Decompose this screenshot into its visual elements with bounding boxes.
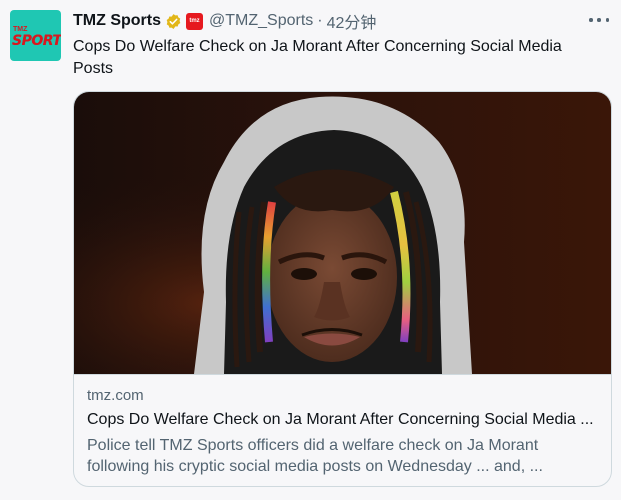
affiliate-badge-text: tmz bbox=[189, 18, 200, 24]
display-name[interactable]: TMZ Sports bbox=[73, 12, 161, 30]
affiliate-badge-icon[interactable]: tmz bbox=[186, 12, 203, 30]
account-handle[interactable]: @TMZ_Sports bbox=[209, 12, 313, 30]
verified-badge-icon bbox=[165, 13, 182, 30]
more-options-icon[interactable] bbox=[589, 12, 609, 28]
card-image[interactable] bbox=[74, 92, 611, 374]
account-avatar[interactable]: TMZ SPORTS bbox=[10, 10, 61, 61]
avatar-logo-text: SPORTS bbox=[12, 33, 61, 49]
more-dot bbox=[589, 18, 593, 22]
card-title: Cops Do Welfare Check on Ja Morant After… bbox=[87, 411, 594, 428]
link-card[interactable]: tmz.com Cops Do Welfare Check on Ja Mora… bbox=[73, 91, 612, 487]
more-dot bbox=[605, 18, 609, 22]
tweet-header: TMZ Sports tmz @TMZ_Sports · 42分钟 bbox=[73, 10, 376, 32]
card-info[interactable]: tmz.com Cops Do Welfare Check on Ja Mora… bbox=[74, 374, 611, 486]
separator-dot: · bbox=[317, 12, 323, 29]
timestamp[interactable]: 42分钟 bbox=[327, 9, 377, 33]
card-domain: tmz.com bbox=[87, 387, 144, 404]
tweet-text: Cops Do Welfare Check on Ja Morant After… bbox=[73, 38, 562, 77]
card-description: Police tell TMZ Sports officers did a we… bbox=[87, 437, 543, 475]
more-dot bbox=[597, 18, 601, 22]
avatar-small-text: TMZ bbox=[13, 26, 28, 33]
